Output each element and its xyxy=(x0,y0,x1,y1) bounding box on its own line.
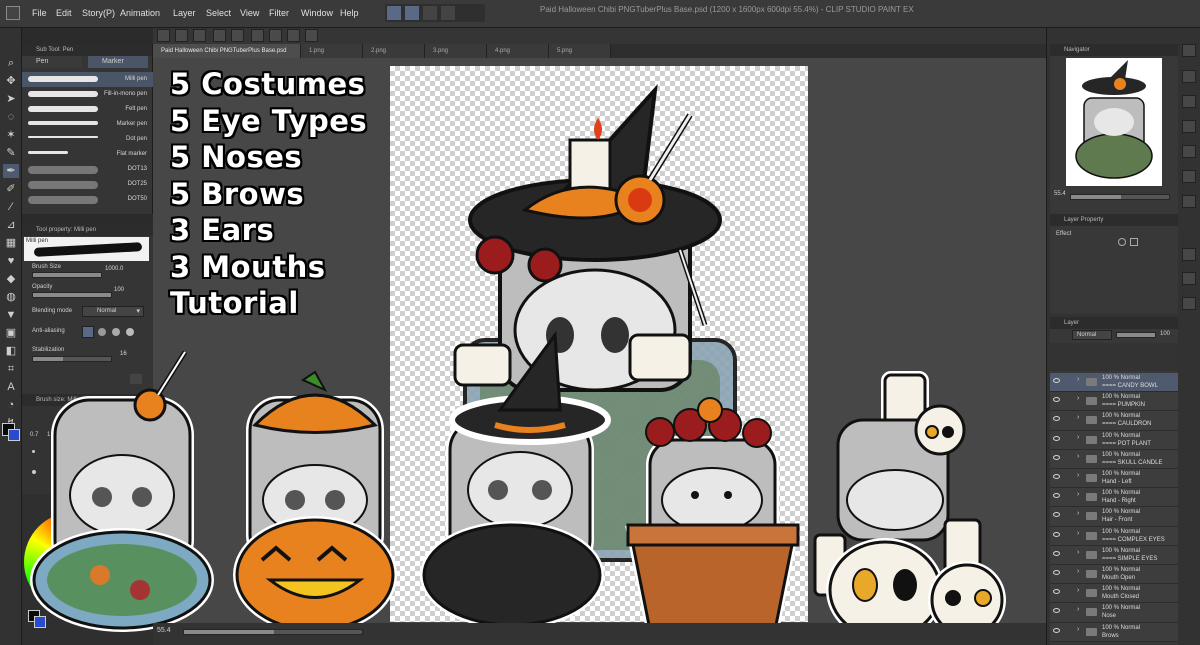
chevron-right-icon[interactable]: › xyxy=(1077,530,1079,537)
feature-line: 5 Brows xyxy=(170,176,305,211)
timeline-icon[interactable] xyxy=(1182,297,1196,310)
layer-row[interactable]: › 100 % Normal ==== SKULL CANDLE xyxy=(1050,449,1178,469)
material-icon[interactable] xyxy=(1182,170,1196,183)
chevron-right-icon[interactable]: › xyxy=(1077,491,1079,498)
layer-list: › 100 % Normal ==== CANDY BOWL › 100 % Norm… xyxy=(1050,373,1178,645)
folder-icon xyxy=(1086,378,1097,386)
chevron-right-icon[interactable]: › xyxy=(1077,587,1079,594)
layer-row[interactable]: › 100 % Normal Hand - Left xyxy=(1050,469,1178,489)
feature-line: 5 Eye Types xyxy=(170,103,368,138)
folder-icon xyxy=(1086,627,1097,636)
chevron-right-icon[interactable]: › xyxy=(1077,568,1079,575)
status-bar: 55.4 xyxy=(153,623,1046,645)
eye-icon[interactable] xyxy=(1053,454,1060,460)
layer-toolbar xyxy=(1050,343,1178,371)
chevron-right-icon[interactable]: › xyxy=(1077,434,1079,441)
navigator-zoom[interactable]: 55.4 xyxy=(1054,191,1066,197)
sticker-candy-bowl xyxy=(30,350,214,632)
folder-icon xyxy=(1086,435,1097,444)
effect-label: Effect xyxy=(1056,231,1072,237)
eye-icon[interactable] xyxy=(1053,378,1060,383)
chevron-right-icon[interactable]: › xyxy=(1077,510,1079,517)
layer-row[interactable]: › 100 % Normal ==== COMPLEX EYES xyxy=(1050,526,1178,546)
history-icon[interactable] xyxy=(1182,272,1196,285)
layer-row[interactable]: › 100 % Normal Mouth Open xyxy=(1050,565,1178,585)
color-history-icon[interactable] xyxy=(1182,120,1196,133)
folder-icon xyxy=(1086,531,1097,540)
eye-icon[interactable] xyxy=(1053,493,1060,499)
layer-row[interactable]: › 100 % Normal Nose xyxy=(1050,603,1178,623)
effect-tone-icon[interactable] xyxy=(1130,238,1138,246)
sticker-skull-candle xyxy=(813,371,1006,642)
eye-icon[interactable] xyxy=(1053,627,1060,633)
eye-icon[interactable] xyxy=(1053,550,1060,556)
zoom-value[interactable]: 55.4 xyxy=(157,627,171,634)
layer-row[interactable]: › 100 % Normal Brows xyxy=(1050,622,1178,642)
chevron-right-icon[interactable]: › xyxy=(1077,549,1079,556)
navigator-header: Navigator xyxy=(1050,44,1178,56)
layer-row[interactable]: › 100 % Normal ==== CAULDRON xyxy=(1050,411,1178,431)
eye-icon[interactable] xyxy=(1053,531,1060,537)
folder-icon xyxy=(1086,493,1097,502)
feature-line: 3 Mouths xyxy=(170,249,326,284)
folder-icon xyxy=(1086,589,1097,598)
item-bank-icon[interactable] xyxy=(1182,145,1196,158)
layer-blend-select[interactable]: Normal xyxy=(1072,330,1112,340)
chevron-right-icon[interactable]: › xyxy=(1077,453,1079,460)
auto-action-icon[interactable] xyxy=(1182,248,1196,261)
feature-line: 5 Noses xyxy=(170,140,303,174)
navigator-preview[interactable] xyxy=(1066,58,1162,186)
folder-icon xyxy=(1086,570,1097,578)
navigator-zoom-slider[interactable] xyxy=(1070,194,1170,200)
eye-icon[interactable] xyxy=(1053,474,1060,479)
folder-icon xyxy=(1086,397,1097,406)
feature-list: 5 Costumes 5 Eye Types 5 Noses 5 Brows 3… xyxy=(170,66,367,322)
layer-opacity-value[interactable]: 100 xyxy=(1160,331,1170,337)
effect-border-icon[interactable] xyxy=(1118,238,1126,246)
layer-header: Layer xyxy=(1050,317,1178,329)
eye-icon[interactable] xyxy=(1053,589,1060,595)
layer-search-icon[interactable] xyxy=(1182,195,1196,208)
eye-icon[interactable] xyxy=(1053,435,1060,441)
folder-icon xyxy=(1086,474,1097,482)
layer-opacity-slider[interactable] xyxy=(1116,332,1156,338)
chevron-right-icon[interactable]: › xyxy=(1077,606,1079,613)
chevron-right-icon[interactable]: › xyxy=(1077,395,1079,402)
layer-row[interactable]: › 100 % Normal ==== POT PLANT xyxy=(1050,430,1178,450)
color-set-icon[interactable] xyxy=(1182,44,1196,57)
chevron-right-icon[interactable]: › xyxy=(1077,472,1079,479)
layer-row[interactable]: › 100 % Normal Hand - Right xyxy=(1050,488,1178,508)
chevron-right-icon[interactable]: › xyxy=(1077,376,1079,383)
approximate-color-icon[interactable] xyxy=(1182,95,1196,108)
folder-icon xyxy=(1086,416,1097,425)
layer-property-header: Layer Property xyxy=(1050,214,1178,226)
layer-property-panel: Layer Property Effect xyxy=(1050,214,1178,314)
chevron-right-icon[interactable]: › xyxy=(1077,414,1079,421)
layer-panel: Layer Normal 100 › 100 % Normal ==== CANDY… xyxy=(1050,317,1178,645)
layer-row[interactable]: › 100 % Normal ==== PUMPKIN xyxy=(1050,392,1178,412)
eye-icon[interactable] xyxy=(1053,512,1060,518)
eye-icon[interactable] xyxy=(1053,416,1060,422)
intermediate-color-icon[interactable] xyxy=(1182,70,1196,83)
zoom-slider[interactable] xyxy=(183,629,363,635)
folder-icon xyxy=(1086,608,1097,617)
eye-icon[interactable] xyxy=(1053,397,1060,403)
layer-row[interactable]: › 100 % Normal Hair - Front xyxy=(1050,507,1178,527)
eye-icon[interactable] xyxy=(1053,608,1060,614)
eye-icon[interactable] xyxy=(1053,570,1060,575)
folder-icon xyxy=(1086,512,1097,521)
layer-row[interactable]: › 100 % Normal ==== CANDY BOWL xyxy=(1050,373,1178,393)
folder-icon xyxy=(1086,550,1097,559)
layer-row[interactable]: › 100 % Normal Mouth Closed xyxy=(1050,584,1178,604)
feature-line: Tutorial xyxy=(170,286,299,320)
chevron-right-icon[interactable]: › xyxy=(1077,626,1079,633)
folder-icon xyxy=(1086,454,1097,463)
sticker-pumpkin xyxy=(233,370,397,634)
layer-row[interactable]: › 100 % Normal ==== SIMPLE EYES xyxy=(1050,545,1178,565)
feature-line: 3 Ears xyxy=(170,213,275,247)
navigator-panel: Navigator 55.4 xyxy=(1050,44,1178,214)
feature-line: 5 Costumes xyxy=(170,67,366,101)
sticker-pot-plant xyxy=(625,397,800,634)
